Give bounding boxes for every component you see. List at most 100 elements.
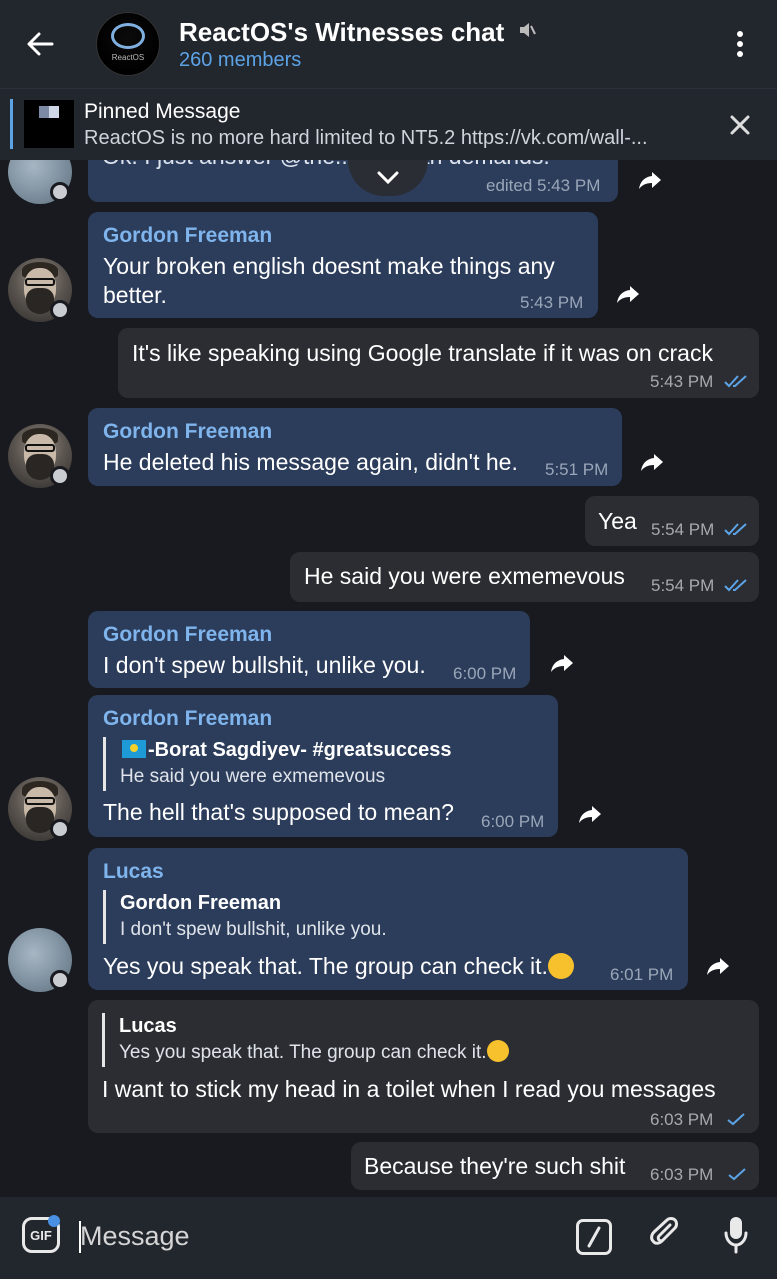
message-bubble[interactable]: Gordon Freeman I don't spew bullshit, un… <box>88 611 530 688</box>
message-bubble[interactable]: Gordon Freeman He deleted his message ag… <box>88 408 622 486</box>
pinned-text: ReactOS is no more hard limited to NT5.2… <box>84 127 648 149</box>
message-time: 5:54 PM <box>651 576 715 595</box>
message-bubble[interactable]: He said you were exmemevous 5:54 PM <box>290 552 759 602</box>
message-bubble[interactable]: Gordon Freeman Your broken english doesn… <box>88 212 598 318</box>
message-time: 6:00 PM <box>453 664 517 683</box>
message-text: Because they're such shit <box>364 1153 626 1179</box>
more-options-button[interactable] <box>728 28 752 60</box>
pinned-thumbnail <box>24 100 74 148</box>
chat-title-text: ReactOS's Witnesses chat <box>179 17 505 47</box>
message-time: 6:03 PM <box>650 1110 714 1129</box>
reply-quote[interactable]: Lucas Yes you speak that. The group can … <box>102 1013 509 1067</box>
message-bubble[interactable]: Gordon Freeman -Borat Sagdiyev- #greatsu… <box>88 695 558 837</box>
share-button[interactable] <box>634 444 670 480</box>
online-status <box>50 819 70 839</box>
pinned-close-button[interactable] <box>726 111 754 139</box>
message-time: 5:43 PM <box>520 293 584 312</box>
share-icon <box>641 454 663 471</box>
message-time: 6:00 PM <box>481 812 545 831</box>
message-time: 6:01 PM <box>610 965 674 984</box>
message-text: The hell that's supposed to mean? <box>103 799 454 825</box>
paperclip-icon <box>650 1217 678 1245</box>
bot-commands-button[interactable] <box>576 1219 612 1255</box>
message-text: I don't spew bullshit, unlike you. <box>103 652 426 678</box>
notification-dot <box>48 1215 60 1227</box>
avatar-text: ReactOS <box>111 52 145 62</box>
message-time: 5:51 PM <box>545 460 609 479</box>
command-icon <box>587 1226 601 1248</box>
chat-title[interactable]: ReactOS's Witnesses chat <box>179 15 536 48</box>
single-check-icon <box>728 1168 746 1181</box>
double-check-icon <box>724 375 747 388</box>
message-text-line-1: Your broken english doesnt make things a… <box>103 253 555 279</box>
single-check-icon <box>727 1113 745 1126</box>
double-check-icon <box>724 579 747 592</box>
online-status <box>50 300 70 320</box>
reply-quote[interactable]: -Borat Sagdiyev- #greatsuccess He said y… <box>103 737 451 791</box>
message-input[interactable] <box>80 1221 540 1252</box>
share-button[interactable] <box>700 948 736 984</box>
reply-sender: -Borat Sagdiyev- #greatsuccess <box>120 737 451 763</box>
message-text: I want to stick my head in a toilet when… <box>102 1076 716 1102</box>
message-text: Yea <box>598 508 637 534</box>
online-status <box>50 970 70 990</box>
pinned-message-bar[interactable]: Pinned Message ReactOS is no more hard l… <box>0 88 777 160</box>
message-list[interactable]: Ok. I just answer @the... ...in ban dema… <box>0 160 777 1197</box>
message-composer: GIF <box>0 1197 777 1279</box>
message-text: It's like speaking using Google translat… <box>132 340 713 366</box>
chevron-down-icon <box>377 171 399 185</box>
sender-name: Gordon Freeman <box>103 420 273 443</box>
online-status <box>50 466 70 486</box>
message-bubble[interactable]: Yea 5:54 PM <box>585 496 759 546</box>
message-text-line-2: better. <box>103 282 167 308</box>
message-time: 5:54 PM <box>651 520 715 539</box>
share-button[interactable] <box>572 796 608 832</box>
gif-icon: GIF <box>30 1227 52 1243</box>
message-time: 5:43 PM <box>650 372 714 391</box>
sender-name: Gordon Freeman <box>103 224 273 247</box>
message-text: Ok. I just answer @the... ...in ban dema… <box>102 160 550 171</box>
message-time: 6:03 PM <box>650 1165 714 1184</box>
mute-icon <box>518 15 536 46</box>
back-arrow-icon <box>27 32 54 56</box>
more-vert-icon <box>737 31 743 37</box>
share-icon <box>707 958 729 975</box>
message-bubble[interactable]: Because they're such shit 6:03 PM <box>351 1142 759 1190</box>
message-bubble[interactable]: It's like speaking using Google translat… <box>118 328 759 398</box>
share-button[interactable] <box>632 162 668 198</box>
message-bubble[interactable]: Lucas Gordon Freeman I don't spew bullsh… <box>88 848 688 990</box>
emoji-wink-icon <box>486 1040 509 1062</box>
message-bubble[interactable]: Lucas Yes you speak that. The group can … <box>88 1000 759 1133</box>
chat-avatar[interactable]: ReactOS <box>96 12 160 76</box>
pinned-title: Pinned Message <box>84 100 241 123</box>
back-button[interactable] <box>22 28 58 60</box>
chat-header: ReactOS ReactOS's Witnesses chat 260 mem… <box>0 0 777 88</box>
reply-sender: Gordon Freeman <box>120 892 282 914</box>
message-time: edited 5:43 PM <box>486 176 601 195</box>
reactos-logo-icon <box>111 22 145 49</box>
sender-name: Gordon Freeman <box>103 623 273 646</box>
share-icon <box>551 655 573 672</box>
online-status <box>50 182 70 202</box>
share-icon <box>579 806 601 823</box>
message-text: He deleted his message again, didn't he. <box>103 449 518 475</box>
voice-message-button[interactable] <box>718 1213 754 1257</box>
message-text: He said you were exmemevous <box>304 563 625 589</box>
close-icon <box>730 115 750 135</box>
share-button[interactable] <box>544 645 580 681</box>
attach-button[interactable] <box>648 1215 684 1255</box>
reply-text: Yes you speak that. The group can check … <box>119 1039 509 1067</box>
message-text: Yes you speak that. The group can check … <box>103 952 574 981</box>
share-icon <box>617 286 639 303</box>
mic-icon <box>724 1217 748 1254</box>
reply-text: He said you were exmemevous <box>120 766 386 787</box>
sender-name: Lucas <box>103 860 164 883</box>
kazakhstan-flag-icon <box>122 740 146 758</box>
reply-quote[interactable]: Gordon Freeman I don't spew bullshit, un… <box>103 890 387 944</box>
member-count: 260 members <box>179 49 302 71</box>
share-button[interactable] <box>610 276 646 312</box>
reply-sender: Lucas <box>119 1015 177 1037</box>
pinned-indicator <box>10 99 13 149</box>
double-check-icon <box>724 523 747 536</box>
reply-text: I don't spew bullshit, unlike you. <box>120 919 387 940</box>
